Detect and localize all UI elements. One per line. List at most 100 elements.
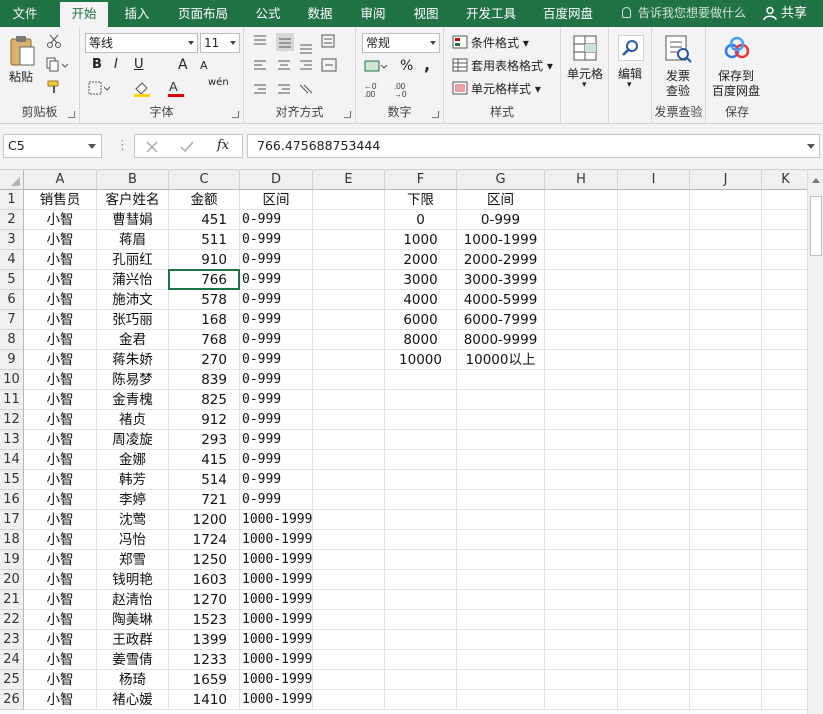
font-color-icon[interactable]: A [166, 79, 192, 97]
cell[interactable] [762, 610, 807, 630]
tab-page-layout[interactable]: 页面布局 [170, 0, 236, 27]
cell[interactable] [457, 630, 545, 650]
cell[interactable]: 1000-1999 [240, 610, 313, 630]
cell[interactable]: 小智 [24, 370, 97, 390]
cell[interactable]: 0-999 [457, 210, 545, 230]
cell[interactable]: 蒋朱娇 [97, 350, 169, 370]
cell[interactable]: 1659 [169, 670, 240, 690]
cell[interactable] [545, 530, 618, 550]
cell[interactable]: 293 [169, 430, 240, 450]
cell[interactable]: 0-999 [240, 470, 313, 490]
cell[interactable]: 1000-1999 [240, 650, 313, 670]
search-icon[interactable] [618, 35, 644, 61]
cell[interactable] [385, 450, 457, 470]
cell[interactable] [690, 490, 762, 510]
cell[interactable] [313, 230, 385, 250]
cell[interactable] [313, 250, 385, 270]
row-header[interactable]: 2 [0, 210, 24, 230]
cell[interactable] [313, 670, 385, 690]
cell[interactable] [313, 610, 385, 630]
font-size-select[interactable]: 11 [200, 33, 240, 53]
cell[interactable]: 766 [169, 270, 240, 290]
cell[interactable] [690, 250, 762, 270]
cell[interactable] [618, 530, 690, 550]
cell[interactable]: 1000-1999 [457, 230, 545, 250]
cell[interactable] [762, 450, 807, 470]
cell[interactable] [618, 690, 690, 710]
cell[interactable] [545, 230, 618, 250]
cell[interactable]: 3000 [385, 270, 457, 290]
cell[interactable] [762, 230, 807, 250]
cell[interactable] [618, 430, 690, 450]
cell[interactable]: 0-999 [240, 250, 313, 270]
cell[interactable] [313, 650, 385, 670]
cell[interactable]: 沈莺 [97, 510, 169, 530]
cell[interactable] [385, 570, 457, 590]
cell-style-button[interactable]: 单元格样式 ▾ [471, 80, 541, 97]
cell[interactable] [457, 690, 545, 710]
cell[interactable] [690, 550, 762, 570]
cell[interactable] [313, 330, 385, 350]
cell[interactable] [762, 310, 807, 330]
cell[interactable] [762, 330, 807, 350]
cell[interactable] [762, 290, 807, 310]
cell[interactable] [457, 490, 545, 510]
cell[interactable] [457, 550, 545, 570]
cell[interactable]: 区间 [240, 190, 313, 210]
cell[interactable]: 514 [169, 470, 240, 490]
cell[interactable] [313, 690, 385, 710]
drag-handle-icon[interactable]: ⋮ [116, 138, 129, 153]
cell[interactable] [313, 530, 385, 550]
cell[interactable]: 1000-1999 [240, 530, 313, 550]
row-header[interactable]: 18 [0, 530, 24, 550]
cell[interactable]: 小智 [24, 230, 97, 250]
cell[interactable]: 4000 [385, 290, 457, 310]
cell[interactable]: 0-999 [240, 210, 313, 230]
cell[interactable] [618, 630, 690, 650]
cell[interactable] [690, 590, 762, 610]
cell[interactable] [385, 650, 457, 670]
cell[interactable] [313, 190, 385, 210]
cell[interactable] [690, 670, 762, 690]
table-format-button[interactable]: 套用表格格式 ▾ [471, 57, 553, 74]
cell[interactable]: 金青槐 [97, 390, 169, 410]
row-header[interactable]: 16 [0, 490, 24, 510]
row-header[interactable]: 7 [0, 310, 24, 330]
copy-icon[interactable] [46, 57, 68, 73]
insert-function-button[interactable]: fx [217, 138, 229, 153]
cell[interactable] [618, 310, 690, 330]
increase-font-button[interactable]: A [178, 57, 188, 73]
cell[interactable] [313, 590, 385, 610]
cell[interactable] [545, 690, 618, 710]
cell[interactable]: 杨琦 [97, 670, 169, 690]
cell[interactable]: 褚贞 [97, 410, 169, 430]
cell[interactable] [762, 390, 807, 410]
cell[interactable] [618, 450, 690, 470]
row-header[interactable]: 15 [0, 470, 24, 490]
row-header[interactable]: 19 [0, 550, 24, 570]
cell[interactable] [385, 490, 457, 510]
cell[interactable] [545, 290, 618, 310]
number-format-select[interactable]: 常规 [362, 33, 440, 53]
row-header[interactable]: 11 [0, 390, 24, 410]
cell[interactable] [313, 310, 385, 330]
cell[interactable]: 小智 [24, 270, 97, 290]
cell[interactable] [762, 650, 807, 670]
cell[interactable]: 0-999 [240, 310, 313, 330]
cell[interactable]: 李婷 [97, 490, 169, 510]
cell[interactable] [762, 210, 807, 230]
cell[interactable]: 区间 [457, 190, 545, 210]
cell[interactable] [545, 370, 618, 390]
cell[interactable] [385, 670, 457, 690]
column-header-j[interactable]: J [690, 170, 762, 190]
cell[interactable]: 金娜 [97, 450, 169, 470]
cell[interactable]: 8000-9999 [457, 330, 545, 350]
enter-icon[interactable] [179, 140, 195, 154]
scroll-thumb[interactable] [810, 196, 822, 256]
cell[interactable]: 0-999 [240, 230, 313, 250]
row-header[interactable]: 9 [0, 350, 24, 370]
formula-input[interactable]: 766.475688753444 [247, 134, 820, 158]
cell[interactable] [690, 370, 762, 390]
cell[interactable] [385, 430, 457, 450]
cell[interactable] [690, 610, 762, 630]
